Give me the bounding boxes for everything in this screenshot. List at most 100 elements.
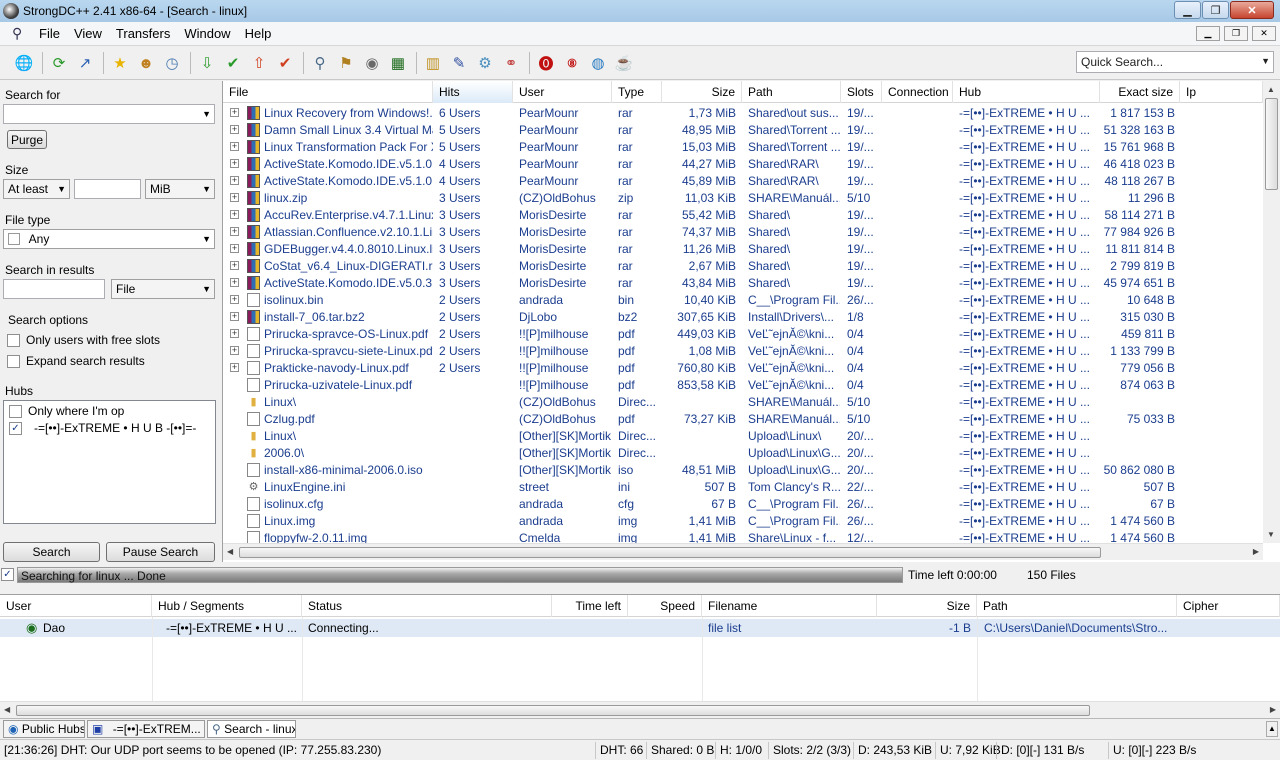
transfers-horizontal-scrollbar[interactable]: ◀ ▶ [0, 701, 1280, 718]
table-row[interactable]: + Prirucka-spravcu-siete-Linux.pdf 2 Users… [223, 343, 1263, 360]
expand-plus-icon[interactable]: + [230, 108, 239, 117]
table-row[interactable]: + Prakticke-navody-Linux.pdf 2 Users !![P]m… [223, 360, 1263, 377]
table-row[interactable]: + Linux Transformation Pack For X... 5 Use… [223, 139, 1263, 156]
notepad-icon[interactable]: ✎ [447, 51, 471, 75]
away-icon[interactable]: ☕ [612, 51, 636, 75]
scrollbar-thumb[interactable] [239, 547, 1101, 558]
only-free-slots-checkbox[interactable]: Only users with free slots [7, 333, 160, 347]
col-hits[interactable]: Hits [433, 81, 513, 103]
search-input[interactable]: ▼ [3, 104, 215, 124]
col-filename[interactable]: Filename [702, 595, 877, 617]
expand-plus-icon[interactable]: + [230, 159, 239, 168]
col-type[interactable]: Type [612, 81, 662, 103]
results-vertical-scrollbar[interactable]: ▲ ▼ [1263, 81, 1280, 543]
scroll-up-arrow-icon[interactable]: ▲ [1267, 85, 1275, 94]
search-window-icon[interactable]: ⚲ [12, 25, 28, 42]
col-status[interactable]: Status [302, 595, 552, 617]
dropdown-arrow-icon[interactable]: ▼ [202, 109, 211, 119]
upload-queue-icon[interactable]: ⇧ [247, 51, 271, 75]
table-row[interactable]: + CoStat_v6.4_Linux-DIGERATI.rar 3 Users Mo… [223, 258, 1263, 275]
mdi-minimize-button[interactable]: ▁ [1196, 26, 1220, 41]
map-globe-icon[interactable]: ◍ [586, 51, 610, 75]
col-hub-segments[interactable]: Hub / Segments [152, 595, 302, 617]
menu-view[interactable]: View [67, 26, 109, 41]
expand-plus-icon[interactable]: + [230, 210, 239, 219]
table-row[interactable]: + Atlassian.Confluence.v2.10.1.Lin... 3 Us… [223, 224, 1263, 241]
table-row[interactable]: + AccuRev.Enterprise.v4.7.1.Linux... 3 Use… [223, 207, 1263, 224]
table-row[interactable]: + GDEBugger.v4.4.0.8010.Linux.li... 3 User… [223, 241, 1263, 258]
results-filter-column-select[interactable]: File ▼ [111, 279, 215, 299]
table-row[interactable]: + linux.zip 3 Users (CZ)OldBohus zip 11,03 Ki… [223, 190, 1263, 207]
col-cipher[interactable]: Cipher [1177, 595, 1280, 617]
expand-plus-icon[interactable]: + [230, 125, 239, 134]
expand-plus-icon[interactable]: + [230, 244, 239, 253]
table-row[interactable]: Czlug.pdf (CZ)OldBohus pdf 73,27 KiB SHARE\M… [223, 411, 1263, 428]
table-row[interactable]: ▮ 2006.0\ [Other][SK]Mortik Direc... Upload\… [223, 445, 1263, 462]
limiter-icon[interactable]: ⓿ [534, 51, 558, 75]
dropdown-arrow-icon[interactable]: ▼ [1261, 56, 1270, 66]
search-spy-icon[interactable]: ◉ [360, 51, 384, 75]
purge-button[interactable]: Purge [7, 130, 47, 149]
table-row[interactable]: ⚙ LinuxEngine.ini street ini 507 B Tom Clancy… [223, 479, 1263, 496]
results-horizontal-scrollbar[interactable]: ◀ ▶ [223, 543, 1263, 560]
tab-public-hubs[interactable]: ◉ Public Hubs [3, 720, 85, 738]
col-connection[interactable]: Connection [882, 81, 953, 103]
col-time-left[interactable]: Time left [552, 595, 628, 617]
finished-uploads-icon[interactable]: ✔ [273, 51, 297, 75]
tab-hub[interactable]: ▣ -=[••]-ExTREM... [87, 720, 205, 738]
expand-results-checkbox[interactable]: Expand search results [7, 354, 145, 368]
table-row[interactable]: + ActiveState.Komodo.IDE.v5.0.3.... 3 User… [223, 275, 1263, 292]
menu-window[interactable]: Window [177, 26, 237, 41]
expand-plus-icon[interactable]: + [230, 329, 239, 338]
follow-redirect-icon[interactable]: ↗ [73, 51, 97, 75]
favorite-users-icon[interactable]: ☻ [134, 51, 158, 75]
table-row[interactable]: isolinux.cfg andrada cfg 67 B C__\Program Fi… [223, 496, 1263, 513]
col-path[interactable]: Path [742, 81, 841, 103]
search-icon[interactable]: ⚲ [308, 51, 332, 75]
adl-search-icon[interactable]: ⚑ [334, 51, 358, 75]
col-exact-size[interactable]: Exact size [1100, 81, 1180, 103]
menu-transfers[interactable]: Transfers [109, 26, 177, 41]
checkbox-box[interactable] [9, 404, 22, 418]
transfer-row[interactable]: ◉ Dao -=[••]-ExTREME • H U ... Connectin… [0, 619, 1280, 637]
dropdown-arrow-icon[interactable]: ▼ [57, 184, 66, 194]
col-size[interactable]: Size [662, 81, 742, 103]
size-input[interactable] [74, 179, 141, 199]
col-speed[interactable]: Speed [628, 595, 702, 617]
scrollbar-thumb[interactable] [1265, 98, 1278, 190]
menu-file[interactable]: File [32, 26, 67, 41]
checkbox-box-checked[interactable]: ✓ [9, 421, 22, 435]
col-user[interactable]: User [513, 81, 612, 103]
expand-plus-icon[interactable]: + [230, 312, 239, 321]
col-hub[interactable]: Hub [953, 81, 1100, 103]
expand-plus-icon[interactable]: + [230, 363, 239, 372]
expand-plus-icon[interactable]: + [230, 295, 239, 304]
table-row[interactable]: ▮ Linux\ (CZ)OldBohus Direc... SHARE\Manuál.… [223, 394, 1263, 411]
table-row[interactable]: + ActiveState.Komodo.IDE.v5.1.0.... 4 User… [223, 156, 1263, 173]
menu-help[interactable]: Help [238, 26, 279, 41]
table-row[interactable]: Linux.img andrada img 1,41 MiB C__\Program F… [223, 513, 1263, 530]
col-ip[interactable]: Ip [1180, 81, 1263, 103]
hub-checkbox[interactable]: ✓ -=[••]-ExTREME • H U B -[••]=- [9, 421, 196, 435]
mdi-restore-button[interactable]: ❐ [1224, 26, 1248, 41]
maximize-button[interactable]: ❐ [1202, 1, 1229, 19]
search-button[interactable]: Search [3, 542, 100, 562]
scroll-left-arrow-icon[interactable]: ◀ [4, 705, 10, 714]
table-row[interactable]: + ActiveState.Komodo.IDE.v5.1.0.... 4 User… [223, 173, 1263, 190]
recent-hubs-icon[interactable]: ◷ [160, 51, 184, 75]
table-row[interactable]: ▮ Linux\ [Other][SK]Mortik Direc... Upload\L… [223, 428, 1263, 445]
scroll-right-arrow-icon[interactable]: ▶ [1270, 705, 1276, 714]
file-type-select[interactable]: Any ▼ [3, 229, 215, 249]
results-filter-input[interactable] [3, 279, 105, 299]
tab-scroll-arrow-icon[interactable]: ▲ [1266, 721, 1278, 737]
table-row[interactable]: floppyfw-2.0.11.img Cmelda img 1,41 MiB Shar… [223, 530, 1263, 543]
table-row[interactable]: Prirucka-uzivatele-Linux.pdf !![P]milhous… [223, 377, 1263, 394]
checkbox-box[interactable] [7, 354, 20, 368]
limiter-80-icon[interactable]: ⑧ [560, 51, 584, 75]
expand-plus-icon[interactable]: + [230, 142, 239, 151]
refresh-icon[interactable]: ⚭ [499, 51, 523, 75]
scroll-left-arrow-icon[interactable]: ◀ [227, 547, 233, 556]
expand-plus-icon[interactable]: + [230, 227, 239, 236]
favorite-hubs-icon[interactable]: ★ [108, 51, 132, 75]
size-mode-select[interactable]: At least ▼ [3, 179, 70, 199]
